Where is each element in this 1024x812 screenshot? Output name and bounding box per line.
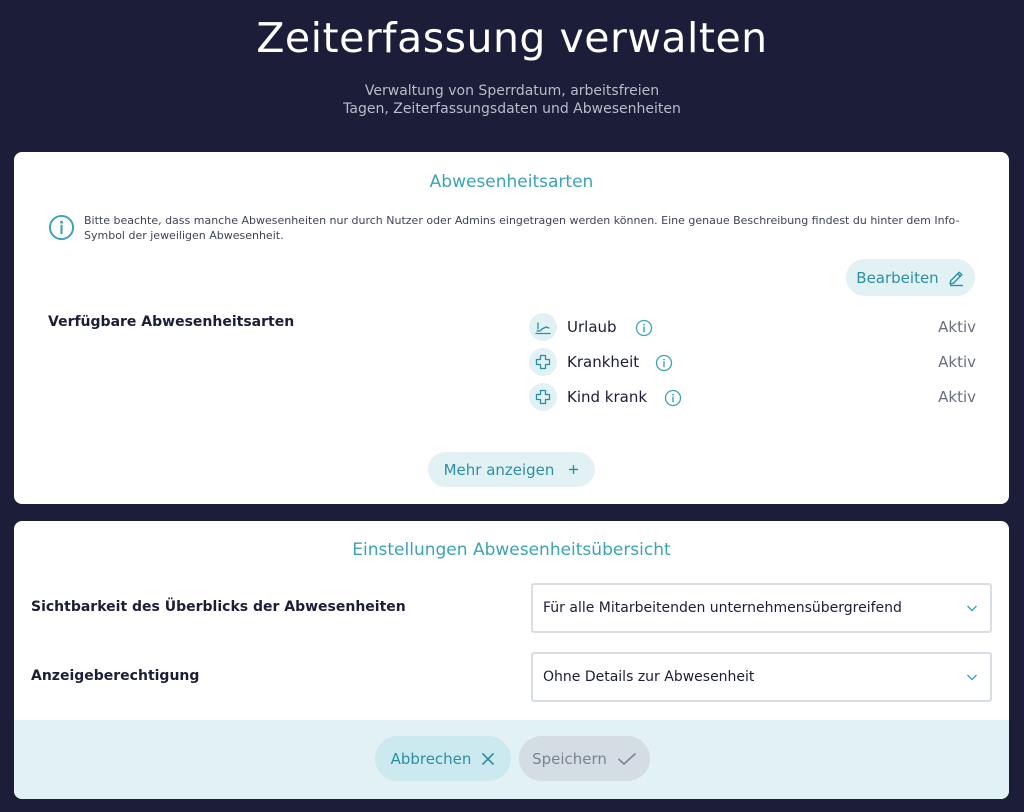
show-more-button[interactable]: Mehr anzeigen: [428, 452, 595, 487]
show-more-label: Mehr anzeigen: [443, 460, 555, 479]
medical-cross-icon: [529, 348, 557, 376]
absence-item-kind-krank: Kind krank Aktiv: [529, 382, 976, 417]
beach-icon: [529, 313, 557, 341]
page-title: Zeiterfassung verwalten: [256, 14, 768, 62]
info-icon: [48, 214, 75, 241]
info-icon[interactable]: [635, 319, 653, 337]
visibility-select[interactable]: Für alle Mitarbeitenden unternehmensüber…: [531, 583, 992, 633]
visibility-select-value: Für alle Mitarbeitenden unternehmensüber…: [543, 600, 902, 616]
info-icon[interactable]: [664, 389, 682, 407]
form-actions-bar: Abbrechen Speichern: [14, 720, 1009, 799]
absence-status: Aktiv: [938, 353, 976, 371]
page-subtitle-line-2: Tagen, Zeiterfassungsdaten und Abwesenhe…: [343, 101, 681, 117]
absence-status: Aktiv: [938, 318, 976, 336]
absence-item-krankheit: Krankheit Aktiv: [529, 347, 976, 382]
permission-select[interactable]: Ohne Details zur Abwesenheit: [531, 652, 992, 702]
absence-types-card: Abwesenheitsarten Bitte beachte, dass ma…: [14, 152, 1009, 504]
edit-button-label: Bearbeiten: [856, 268, 939, 287]
page-subtitle: Verwaltung von Sperrdatum, arbeitsfreien…: [312, 82, 712, 118]
checkmark-icon: [617, 752, 636, 765]
absence-types-title: Abwesenheitsarten: [429, 172, 594, 192]
info-text: Bitte beachte, dass manche Abwesenheiten…: [84, 214, 960, 242]
overview-settings-title: Einstellungen Abwesenheitsübersicht: [352, 540, 671, 560]
absence-list: Urlaub Aktiv Krankheit Aktiv Kind krank …: [529, 312, 976, 417]
close-icon: [482, 752, 495, 765]
chevron-down-icon: [967, 605, 977, 612]
cancel-button[interactable]: Abbrechen: [375, 736, 511, 781]
save-button[interactable]: Speichern: [519, 736, 650, 781]
absence-item-urlaub: Urlaub Aktiv: [529, 312, 976, 347]
chevron-down-icon: [967, 674, 977, 681]
info-icon[interactable]: [655, 354, 673, 372]
save-button-label: Speichern: [532, 749, 607, 768]
pencil-icon: [949, 271, 963, 286]
plus-icon: [569, 465, 579, 474]
absence-name: Urlaub: [567, 318, 617, 336]
available-absence-types-label: Verfügbare Abwesenheitsarten: [48, 314, 295, 330]
page-subtitle-line-1: Verwaltung von Sperrdatum, arbeitsfreien: [364, 83, 660, 99]
edit-button[interactable]: Bearbeiten: [846, 259, 975, 296]
permission-label: Anzeigeberechtigung: [31, 668, 200, 684]
absence-name: Kind krank: [567, 388, 648, 406]
absence-name: Krankheit: [567, 353, 640, 371]
permission-select-value: Ohne Details zur Abwesenheit: [543, 669, 755, 685]
visibility-label: Sichtbarkeit des Überblicks der Abwesenh…: [31, 599, 406, 615]
absence-status: Aktiv: [938, 388, 976, 406]
cancel-button-label: Abbrechen: [390, 749, 472, 768]
medical-cross-icon: [529, 383, 557, 411]
overview-settings-card: Einstellungen Abwesenheitsübersicht Sich…: [14, 521, 1009, 799]
